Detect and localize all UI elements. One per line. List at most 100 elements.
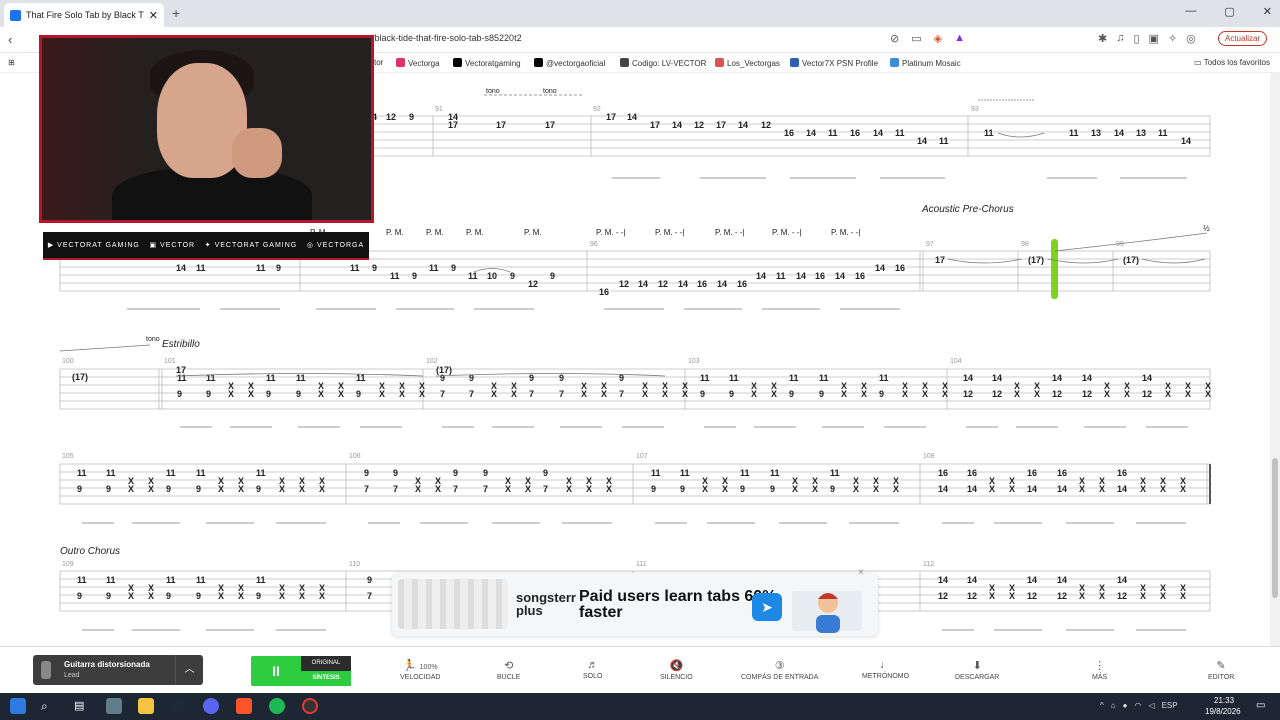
bookmark-item[interactable]: Vectoratgaming [453,58,521,68]
all-bookmarks[interactable]: ▭ Todos los favoritos [1194,58,1270,67]
cast-icon[interactable]: ▭ [911,32,921,45]
bookmark-item[interactable]: Vector7X PSN Profile [790,58,878,68]
chevron-up-icon[interactable]: ︿ [175,655,203,685]
eye-off-icon[interactable]: ⊘ [890,32,899,45]
notifications-icon[interactable]: ▭ [1256,700,1265,711]
clock-time[interactable]: 21:33 [1214,696,1234,705]
browser-tab[interactable]: That Fire Solo Tab by Black Tide ✕ [4,3,164,27]
tab-note: X [279,484,285,494]
wifi-icon[interactable]: ◠ [1134,701,1141,710]
app-icon[interactable] [106,698,122,714]
mute-control[interactable]: 🔇 SILENCIO [660,659,693,681]
tab-note: 13 [1091,128,1101,138]
wallet-icon[interactable]: ▣ [1149,32,1159,45]
playback-cursor[interactable] [1051,239,1058,299]
network-icon[interactable]: ⌂ [1111,701,1116,710]
tab-note: X [318,389,324,399]
bookmark-item[interactable]: Codigo: LV-VECTOR [620,58,706,68]
tab-note: 11 [939,136,949,146]
extensions-icon[interactable]: ✱ [1098,32,1107,45]
spotify-icon[interactable] [269,698,285,714]
original-audio-toggle[interactable]: ORIGINAL [301,656,351,671]
instagram-icon: ◎ [306,242,317,249]
tab-note: 11 [166,575,176,585]
bar-number: 98 [1021,241,1029,248]
leo-icon[interactable]: ✧ [1168,32,1177,45]
guitar-icon [41,661,51,679]
ad-close-button[interactable]: × [858,567,864,578]
tab-note: 12 [1117,591,1127,601]
track-selector[interactable]: Guitarra distorsionada Lead ︿ [33,655,203,685]
mic-icon[interactable]: ● [1123,701,1128,710]
solo-control[interactable]: ♬ SOLO [583,659,602,680]
music-icon[interactable]: ♫ [1116,32,1124,45]
headphones-icon: ♬ [587,659,599,671]
brave-shield-icon[interactable]: ◈ [934,32,942,45]
tab-note: (17) [1028,255,1044,265]
tab-note: 11 [166,468,176,478]
loop-control[interactable]: ⟲ BUCLE [497,659,520,681]
brave-icon[interactable] [236,698,252,714]
back-icon[interactable]: ‹ [8,32,12,47]
section-label: Acoustic Pre-Chorus [921,204,1014,215]
discord-icon[interactable] [203,698,219,714]
download-control[interactable]: ⬇ DESCARGAR [955,659,999,681]
bar-number: 111 [636,561,647,568]
pause-button[interactable]: II [251,656,301,686]
metronome-icon: ♩ [880,659,892,671]
psn-icon [790,58,799,67]
tab-note: 7 [393,484,398,494]
steam-icon[interactable] [170,698,186,714]
task-view-icon[interactable]: ▤ [74,699,84,712]
edit-icon: ✎ [1216,660,1226,672]
update-button[interactable]: Actualizar [1218,31,1268,46]
more-control[interactable]: ⋮ MÁS [1092,659,1107,681]
tab-note: 11 [177,373,187,383]
close-tab-icon[interactable]: ✕ [149,9,158,22]
clock-date[interactable]: 19/8/2026 [1205,707,1241,716]
folder-icon: ▭ [1194,58,1204,67]
page-scrollbar[interactable] [1270,73,1280,646]
bookmark-item[interactable]: Los_Vectorgas [715,58,780,68]
metronome-control[interactable]: ♩ METRÓNOMO [862,659,909,680]
tab-note: 9 [559,373,564,383]
speed-control[interactable]: 🏃 100% VELOCIDAD [400,659,440,681]
new-tab-button[interactable]: + [172,5,180,21]
tab-note: 9 [166,484,171,494]
sidebar-icon[interactable]: ▯ [1133,32,1139,45]
countin-control[interactable]: ③ COMPÁS DE ENTRADA [741,659,818,681]
obs-icon[interactable] [302,698,318,714]
apps-icon[interactable]: ⊞ [8,58,15,67]
tono-label: tono [543,88,557,95]
tab-note: X [581,389,587,399]
url-field[interactable]: /black-tide-that-fire-solo-tab-s85220t2 [372,33,522,43]
search-icon[interactable]: ⌕ [41,699,48,714]
tab-note: 14 [992,373,1002,383]
vpn-icon[interactable]: ◎ [1186,32,1196,45]
tab-note: 11 [106,468,116,478]
tab-note: 14 [835,271,845,281]
tab-note: 17 [716,120,726,130]
close-window-button[interactable]: ✕ [1263,5,1272,18]
editor-control[interactable]: ✎ EDITOR [1208,659,1234,681]
bookmark-item[interactable]: Platinum Mosaic [890,58,961,68]
language-indicator[interactable]: ESP [1162,701,1178,710]
tab-note: 13 [1136,128,1146,138]
system-tray: ^ ⌂ ● ◠ ◁ ESP [1100,701,1178,710]
rewards-icon[interactable]: ▲ [954,32,965,45]
bookmark-item[interactable]: Vectorga [396,58,440,68]
synthesis-toggle[interactable]: SÍNTESIS [301,671,351,686]
promo-banner[interactable]: songsterr plus Paid users learn tabs 60%… [392,567,878,636]
minimize-button[interactable]: — [1185,5,1196,18]
bookmark-item[interactable]: @vectorgaoficial [534,58,605,68]
tab-note: X [662,389,668,399]
volume-icon[interactable]: ◁ [1148,701,1154,710]
chevron-up-icon[interactable]: ^ [1100,701,1104,710]
scrollbar-thumb[interactable] [1272,458,1278,598]
file-explorer-icon[interactable] [138,698,154,714]
paper-plane-icon[interactable]: ➤ [752,593,782,621]
maximize-button[interactable]: ▢ [1224,5,1234,18]
tab-note: X [128,484,134,494]
tab-note: 7 [529,389,534,399]
windows-start-icon[interactable] [10,698,26,714]
